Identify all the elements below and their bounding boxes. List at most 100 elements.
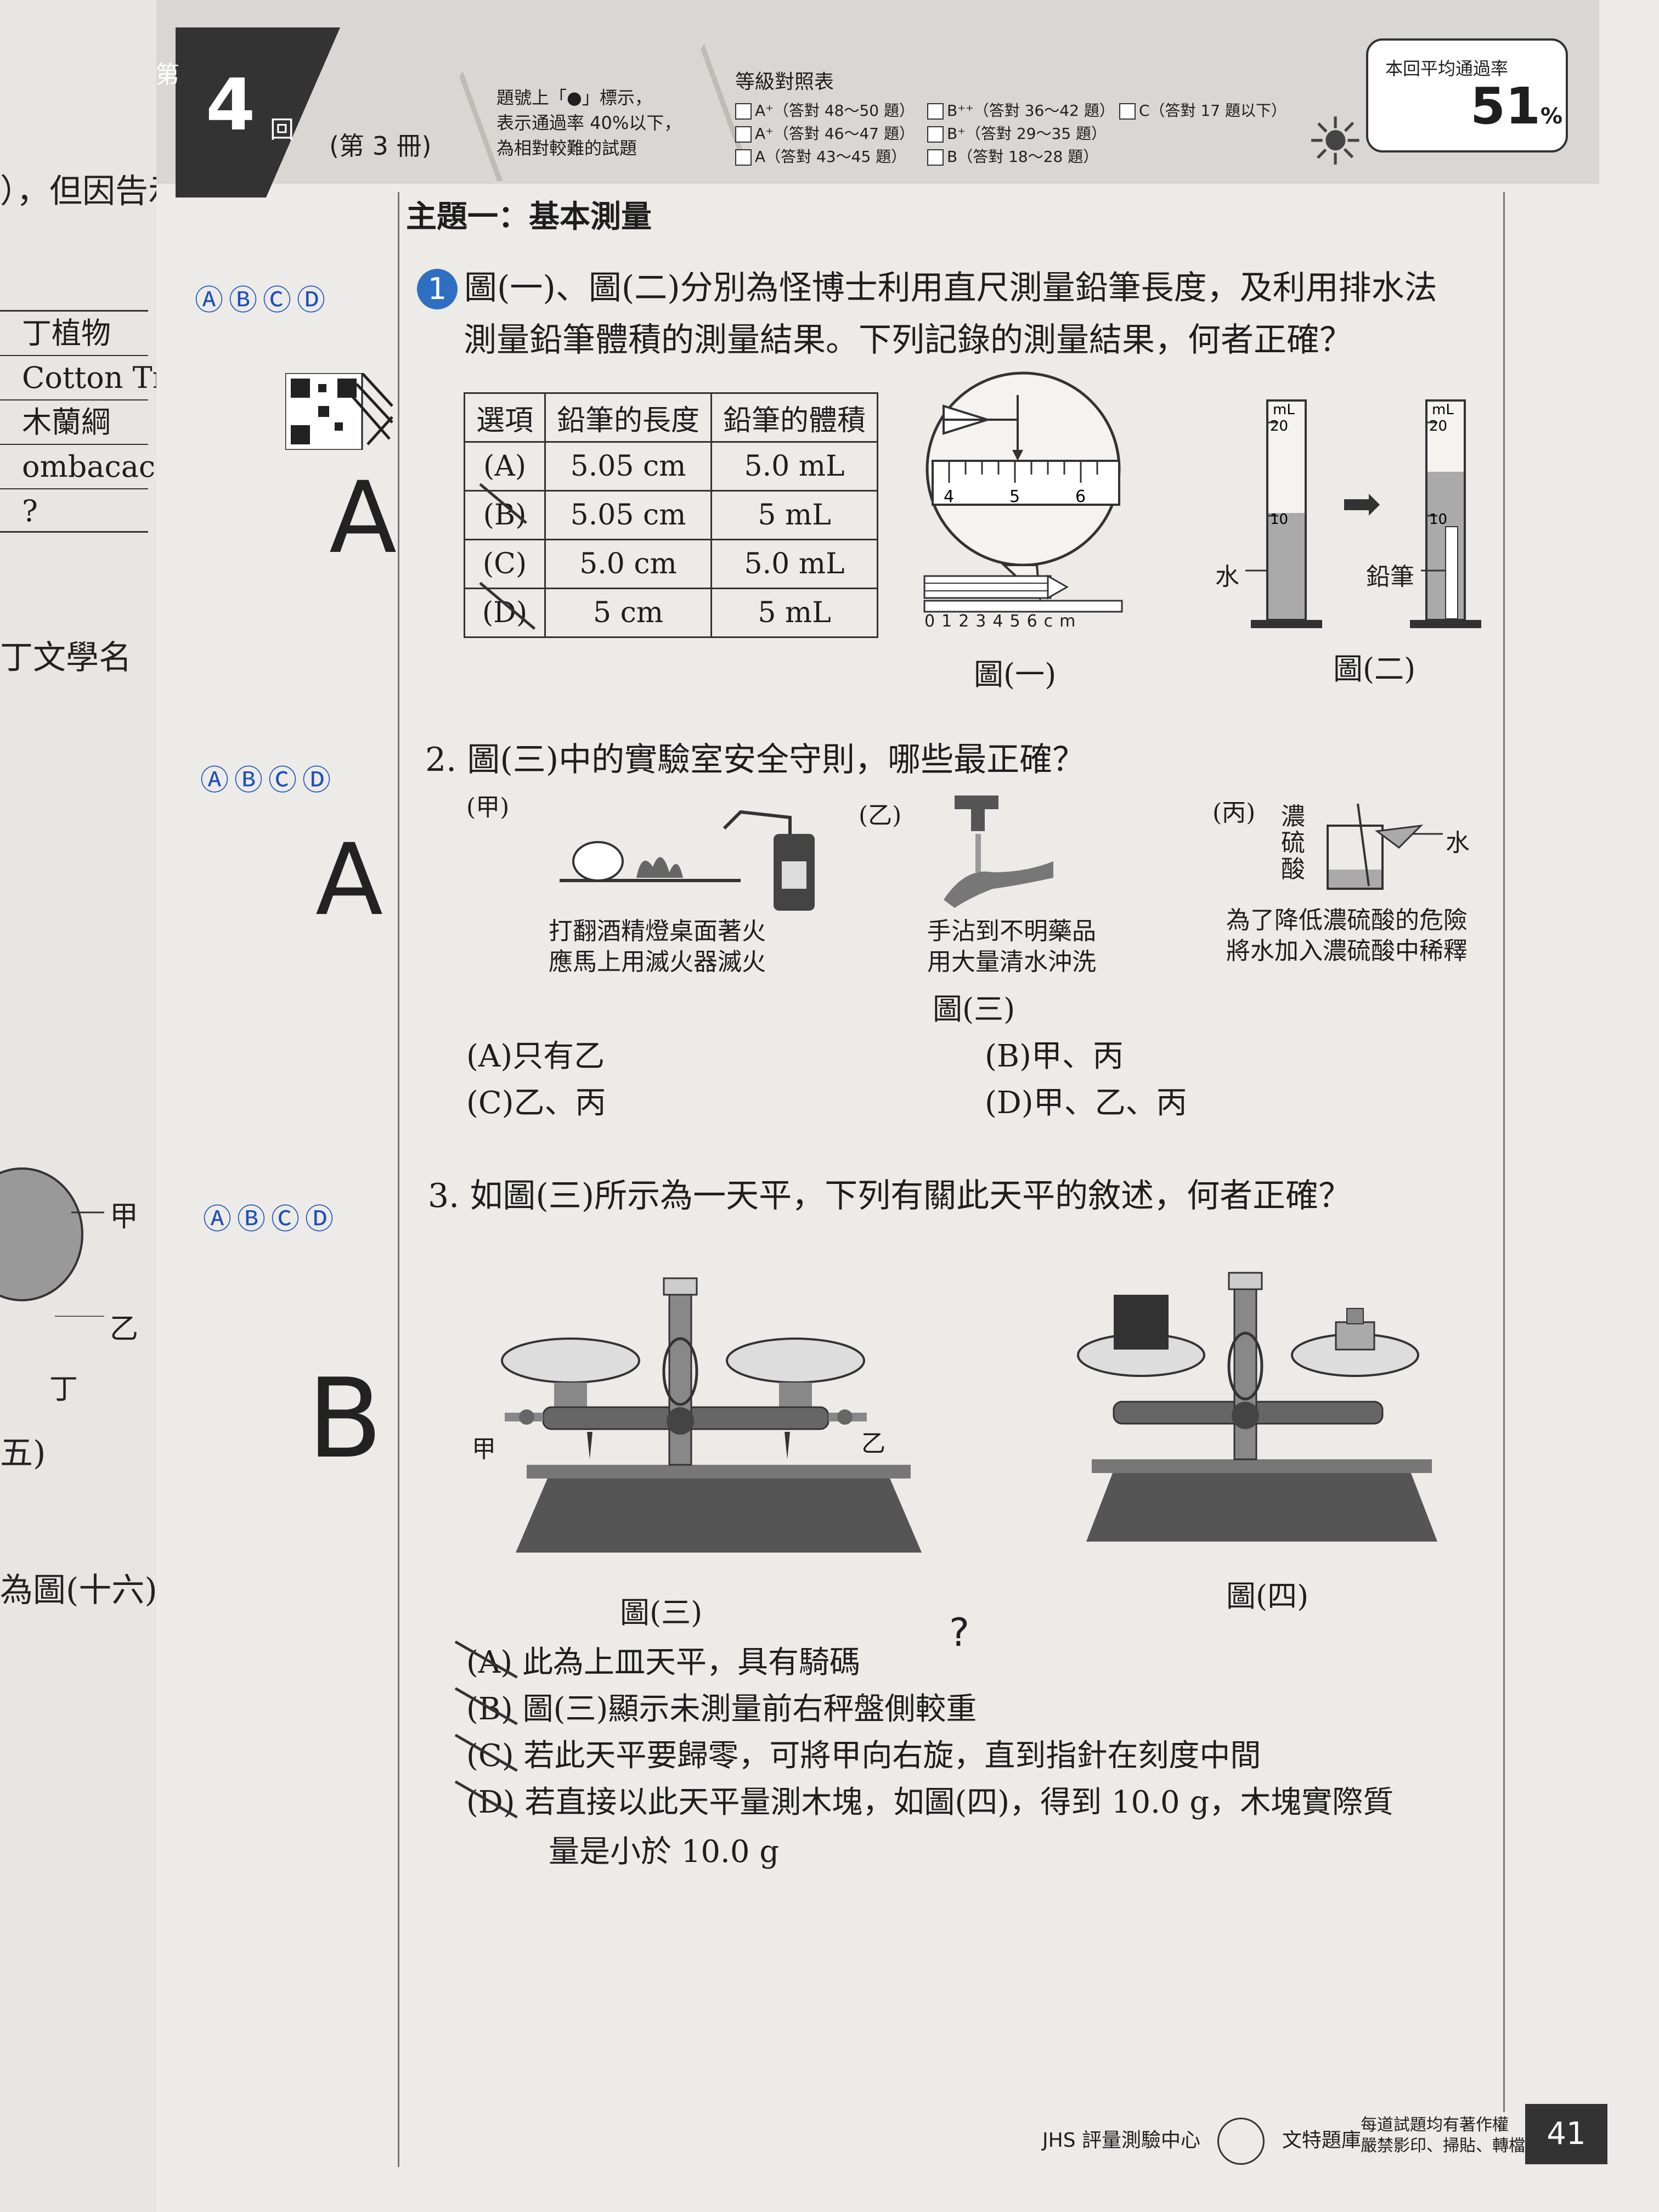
hint-line: 題號上「●」標示， — [496, 87, 652, 108]
table-header: 鉛筆的長度 — [544, 392, 713, 443]
q2-label-jia: (甲) — [466, 793, 510, 821]
desc-line: 應馬上用滅火器滅火 — [549, 948, 766, 976]
qr-code-icon[interactable] — [285, 373, 395, 450]
grade-table-title: 等級對照表 — [735, 71, 834, 93]
grade-label: C（答對 17 題以下） — [1139, 101, 1286, 120]
handwritten-answer-q2: A — [315, 823, 383, 938]
round-prefix: 第 — [155, 61, 179, 89]
q2-option-b[interactable]: (B)甲、丙 — [985, 1031, 1124, 1076]
zoom-tick: 5 — [1009, 487, 1020, 506]
grade-item: A⁺（答對 46～47 題） — [735, 122, 915, 144]
q1-options-table: 選項 鉛筆的長度 鉛筆的體積 (A) 5.05 cm 5.0 mL (B) 5.05 … — [463, 392, 879, 638]
volume-label: (第 3 冊) — [329, 131, 432, 161]
q1-text-line1: 1 圖(一)、圖(二)分別為怪博士利用直尺測量鉛筆長度，及利用排水法 — [417, 263, 1437, 313]
handshake-icon — [1217, 2118, 1265, 2165]
left-text-fragment: 丁文學名 — [0, 639, 132, 677]
table-row: (C) 5.0 cm 5.0 mL — [463, 539, 879, 589]
grade-label: A（答對 43～45 題） — [755, 148, 907, 166]
pencil-label: 鉛筆 — [1366, 563, 1414, 591]
left-text-fragment: 為圖(十六) — [0, 1571, 157, 1610]
grade-item: C（答對 17 題以下） — [1119, 99, 1286, 121]
answer-bubbles-q2[interactable]: ⒶⒷⒸⒹ — [200, 757, 336, 798]
handwritten-answer-q3: B — [307, 1355, 383, 1483]
grade-checkbox[interactable] — [735, 103, 752, 120]
acid-label-char: 酸 — [1281, 855, 1305, 883]
table-cell: 5.0 mL — [710, 441, 879, 492]
desc-line: 打翻酒精燈桌面著火 — [549, 917, 766, 945]
grade-item: B⁺（答對 29～35 題） — [927, 122, 1107, 144]
grade-item: B（答對 18～28 題） — [927, 145, 1098, 167]
q3-option-a[interactable]: (A) 此為上皿天平，具有騎碼 — [466, 1638, 860, 1682]
cylinder-top-mark: 20 — [1270, 418, 1288, 435]
table-cell: 5 cm — [544, 588, 713, 638]
table-row: (B) 5.05 cm 5 mL — [463, 490, 879, 540]
left-label-yi: 乙 — [110, 1313, 139, 1346]
q2-option-c[interactable]: (C)乙、丙 — [466, 1078, 606, 1122]
margin-rule — [398, 192, 399, 2167]
fig3-caption: 圖(三) — [620, 1595, 703, 1630]
acid-label-char: 濃 — [1281, 803, 1305, 831]
desc-line: 手沾到不明藥品 — [927, 917, 1096, 945]
fig2-caption: 圖(二) — [1333, 652, 1416, 686]
grade-checkbox[interactable] — [735, 126, 752, 143]
round-number: 4 — [206, 63, 256, 146]
topic-title: 主題一：基本測量 — [406, 199, 652, 235]
grade-checkbox[interactable] — [1119, 103, 1136, 120]
table-cell: 5.05 cm — [544, 441, 713, 492]
table-row: (A) 5.05 cm 5.0 mL — [463, 441, 879, 492]
lightbulb-icon: ☀ — [1306, 104, 1365, 180]
table-cell: 5 mL — [710, 588, 879, 638]
round-suffix: 回 — [270, 116, 294, 144]
fire-extinguisher-illustration — [560, 810, 815, 911]
fig4-caption: 圖(四) — [1226, 1579, 1309, 1613]
left-label-jia: 甲 — [110, 1200, 139, 1233]
ruler-tick: 2 — [958, 612, 976, 631]
left-table: 丁植物 Cotton Tree 木蘭綱 ombacaceae ? — [0, 310, 156, 533]
ruler-tick: 3 — [975, 612, 993, 631]
grade-checkbox[interactable] — [927, 103, 944, 120]
ruler-tick: 6cm — [1026, 612, 1082, 631]
q3-option-d-continued: 量是小於 10.0 g — [549, 1834, 780, 1870]
pass-rate-unit: % — [1541, 104, 1563, 129]
table-header-row: 選項 鉛筆的長度 鉛筆的體積 — [463, 392, 879, 443]
grade-checkbox[interactable] — [927, 149, 944, 166]
grade-label: A⁺（答對 48～50 題） — [755, 101, 915, 120]
left-table-row: 丁植物 — [0, 312, 148, 356]
cylinder-mid-mark: 10 — [1270, 511, 1288, 528]
q3-text: 3. 如圖(三)所示為一天平，下列有關此天平的敘述，何者正確？ — [428, 1177, 1352, 1215]
table-header: 選項 — [463, 392, 546, 443]
pass-rate-value: 51% — [1470, 77, 1562, 136]
answer-bubbles-q1[interactable]: ⒶⒷⒸⒹ — [195, 277, 331, 318]
q2-label-bing: (丙) — [1212, 799, 1256, 827]
answer-bubbles-q3[interactable]: ⒶⒷⒸⒹ — [203, 1196, 339, 1237]
grade-label: B⁺⁺（答對 36～42 題） — [947, 101, 1115, 120]
q3-option-b[interactable]: (B) 圖(三)顯示未測量前右秤盤側較重 — [466, 1684, 977, 1729]
q3-option-c[interactable]: (C) 若此天平要歸零，可將甲向右旋，直到指針在刻度中間 — [466, 1731, 1261, 1775]
handwritten-question-mark: ? — [949, 1610, 970, 1655]
left-label-ding: 丁 — [49, 1373, 78, 1406]
balance-label-jia: 甲 — [472, 1435, 496, 1463]
grade-checkbox[interactable] — [735, 149, 752, 166]
table-cell: 5 mL — [710, 490, 879, 540]
cylinder-unit: mL — [1273, 402, 1295, 418]
table-cell: (C) — [463, 539, 546, 589]
table-cell: (A) — [463, 441, 546, 492]
desc-line: 將水加入濃硫酸中稀釋 — [1226, 937, 1468, 965]
zoom-tick: 4 — [944, 487, 954, 506]
q3-option-d[interactable]: (D) 若直接以此天平量測木塊，如圖(四)，得到 10.0 g，木塊實際質 — [466, 1778, 1393, 1822]
left-text-fragment: 五) — [0, 1434, 46, 1472]
grade-item: A（答對 43～45 題） — [735, 145, 906, 167]
q2-desc-bing: 為了降低濃硫酸的危險 將水加入濃硫酸中稀釋 — [1226, 905, 1468, 967]
fig3-balance-illustration — [501, 1277, 922, 1553]
q2-option-d[interactable]: (D)甲、乙、丙 — [985, 1078, 1187, 1122]
faucet-hand-illustration — [944, 795, 1053, 908]
left-text-fragment: ），但因告示 — [0, 172, 156, 211]
grade-label: A⁺（答對 46～47 題） — [755, 125, 915, 143]
q2-option-a[interactable]: (A)只有乙 — [466, 1031, 605, 1076]
left-table-row: 木蘭綱 — [0, 400, 148, 445]
water-label: 水 — [1215, 563, 1239, 591]
grade-checkbox[interactable] — [927, 126, 944, 143]
q1-text: 圖(一)、圖(二)分別為怪博士利用直尺測量鉛筆長度，及利用排水法 — [464, 269, 1437, 307]
desc-line: 為了降低濃硫酸的危險 — [1226, 906, 1468, 934]
ruler-tick: 0 — [924, 612, 942, 631]
